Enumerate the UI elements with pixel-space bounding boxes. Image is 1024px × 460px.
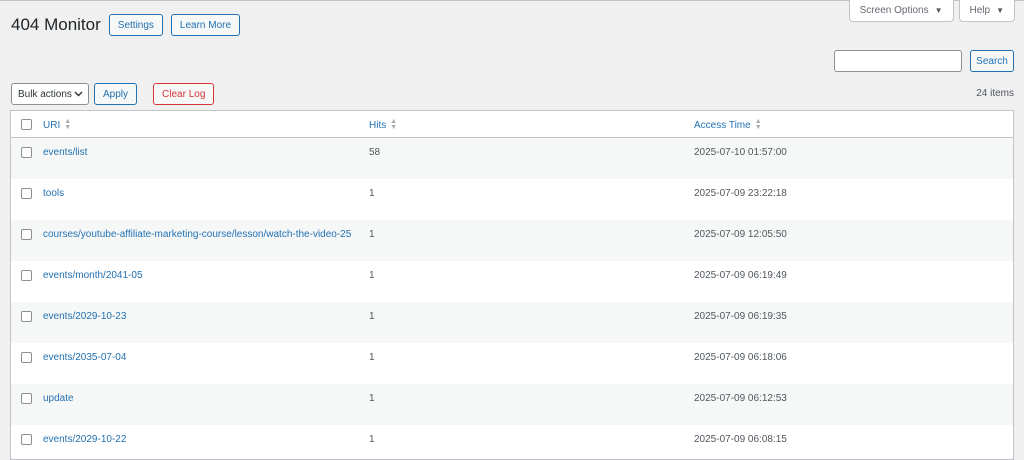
select-all-checkbox[interactable] (21, 119, 32, 130)
hits-value: 1 (369, 229, 375, 240)
uri-link[interactable]: courses/youtube-affiliate-marketing-cour… (43, 229, 351, 240)
access-time-value: 2025-07-09 12:05:50 (694, 229, 787, 240)
table-row: events/2035-07-04 1 2025-07-09 06:18:06 (11, 343, 1013, 384)
tablenav-top: Bulk actions Apply Clear Log (11, 83, 215, 105)
row-checkbox[interactable] (21, 352, 32, 363)
screen-meta-links: Screen Options ▼ Help ▼ (844, 0, 1015, 22)
learn-more-button[interactable]: Learn More (170, 14, 241, 36)
row-checkbox[interactable] (21, 270, 32, 281)
items-count: 24 items (976, 88, 1014, 99)
hits-value: 1 (369, 434, 375, 445)
access-time-value: 2025-07-09 06:08:15 (694, 434, 787, 445)
column-header-access-time[interactable]: Access Time ▲ ▼ (694, 118, 762, 131)
caret-down-icon: ▼ (934, 6, 943, 15)
table-header: URI ▲ ▼ Hits ▲ ▼ Access Time ▲ ▼ (11, 111, 1013, 138)
log-table: URI ▲ ▼ Hits ▲ ▼ Access Time ▲ ▼ events/lis… (10, 110, 1014, 460)
uri-link[interactable]: events/month/2041-05 (43, 270, 143, 281)
uri-link[interactable]: events/2029-10-22 (43, 434, 126, 445)
column-header-uri[interactable]: URI ▲ ▼ (43, 118, 72, 131)
apply-button[interactable]: Apply (94, 83, 138, 105)
table-row: events/2029-10-22 1 2025-07-09 06:08:15 (11, 425, 1013, 459)
access-time-value: 2025-07-09 23:22:18 (694, 188, 787, 199)
access-time-value: 2025-07-10 01:57:00 (694, 147, 787, 158)
access-time-value: 2025-07-09 06:19:49 (694, 270, 787, 281)
column-header-access-time-label: Access Time (694, 119, 751, 131)
help-tab[interactable]: Help ▼ (958, 0, 1015, 22)
hits-value: 58 (369, 147, 381, 158)
table-row: events/list 58 2025-07-10 01:57:00 (11, 138, 1013, 179)
uri-link[interactable]: events/2029-10-23 (43, 311, 126, 322)
sort-icon: ▲ ▼ (390, 118, 398, 131)
column-header-hits[interactable]: Hits ▲ ▼ (369, 118, 398, 131)
clear-log-button[interactable]: Clear Log (153, 83, 215, 105)
screen-options-label: Screen Options (859, 5, 929, 16)
bulk-actions-label: Bulk actions (18, 88, 72, 100)
access-time-value: 2025-07-09 06:18:06 (694, 352, 787, 363)
uri-link[interactable]: update (43, 393, 74, 404)
table-row: tools 1 2025-07-09 23:22:18 (11, 179, 1013, 220)
bulk-actions-select[interactable]: Bulk actions (11, 83, 89, 105)
access-time-value: 2025-07-09 06:12:53 (694, 393, 787, 404)
hits-value: 1 (369, 270, 375, 281)
hits-value: 1 (369, 393, 375, 404)
search-input[interactable] (834, 50, 962, 72)
access-time-value: 2025-07-09 06:19:35 (694, 311, 787, 322)
table-row: courses/youtube-affiliate-marketing-cour… (11, 220, 1013, 261)
search-box: Search (834, 50, 1014, 72)
screen-options-tab[interactable]: Screen Options ▼ (848, 0, 954, 22)
table-row: events/month/2041-05 1 2025-07-09 06:19:… (11, 261, 1013, 302)
caret-down-icon: ▼ (996, 6, 1004, 15)
row-checkbox[interactable] (21, 147, 32, 158)
row-checkbox[interactable] (21, 434, 32, 445)
sort-icon: ▲ ▼ (754, 118, 762, 131)
chevron-down-icon (74, 89, 83, 99)
hits-value: 1 (369, 352, 375, 363)
uri-link[interactable]: events/list (43, 147, 87, 158)
settings-button[interactable]: Settings (108, 14, 163, 36)
table-row: update 1 2025-07-09 06:12:53 (11, 384, 1013, 425)
page-header: 404 Monitor Settings Learn More (11, 14, 248, 36)
page-title: 404 Monitor (11, 15, 101, 34)
table-row: events/2029-10-23 1 2025-07-09 06:19:35 (11, 302, 1013, 343)
search-button[interactable]: Search (970, 50, 1014, 72)
column-header-hits-label: Hits (369, 119, 387, 131)
row-checkbox[interactable] (21, 311, 32, 322)
column-header-uri-label: URI (43, 119, 61, 131)
row-checkbox[interactable] (21, 188, 32, 199)
sort-icon: ▲ ▼ (64, 118, 72, 131)
uri-link[interactable]: events/2035-07-04 (43, 352, 126, 363)
help-label: Help (969, 5, 991, 16)
row-checkbox[interactable] (21, 229, 32, 240)
uri-link[interactable]: tools (43, 188, 64, 199)
row-checkbox[interactable] (21, 393, 32, 404)
hits-value: 1 (369, 311, 375, 322)
hits-value: 1 (369, 188, 375, 199)
